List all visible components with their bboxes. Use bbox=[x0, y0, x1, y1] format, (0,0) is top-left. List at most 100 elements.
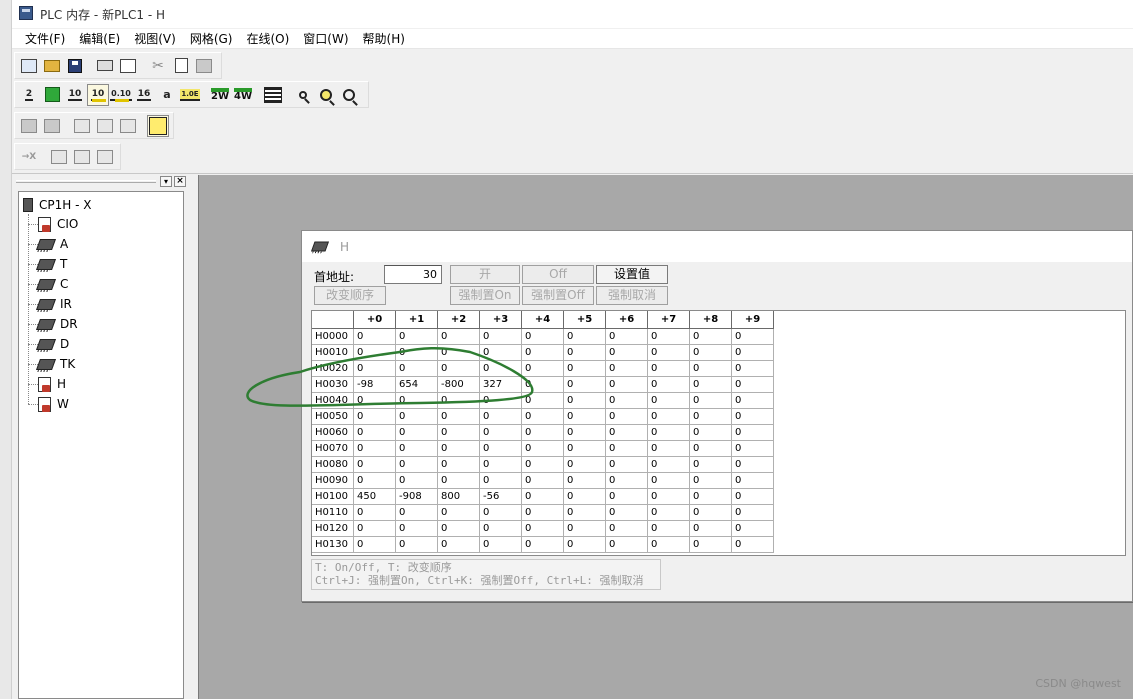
memory-cell[interactable]: 0 bbox=[437, 424, 480, 441]
memory-cell[interactable]: 0 bbox=[689, 392, 732, 409]
memory-cell[interactable]: 0 bbox=[689, 424, 732, 441]
force-cancel-button[interactable]: 强制取消 bbox=[596, 286, 668, 305]
tree-item-h[interactable]: H bbox=[28, 374, 66, 394]
panel-grip[interactable] bbox=[16, 180, 156, 183]
on-button[interactable]: 开 bbox=[450, 265, 520, 284]
find-button[interactable] bbox=[48, 146, 70, 168]
memory-cell[interactable]: 0 bbox=[605, 360, 648, 377]
memory-cell[interactable]: 0 bbox=[647, 520, 690, 537]
memory-cell[interactable]: 0 bbox=[647, 360, 690, 377]
tree-root-node[interactable]: CP1H - X bbox=[23, 196, 91, 214]
memory-cell[interactable]: 0 bbox=[437, 408, 480, 425]
memory-list-button[interactable] bbox=[262, 84, 284, 106]
set-value-button[interactable]: 设置值 bbox=[596, 265, 668, 284]
memory-cell[interactable]: 0 bbox=[689, 440, 732, 457]
memory-cell[interactable]: 0 bbox=[689, 360, 732, 377]
memory-cell[interactable]: 0 bbox=[353, 472, 396, 489]
memory-cell[interactable]: 0 bbox=[563, 376, 606, 393]
memory-cell[interactable]: 0 bbox=[395, 408, 438, 425]
compare-button[interactable] bbox=[71, 115, 93, 137]
decimal-format-button[interactable]: 10 bbox=[64, 84, 86, 106]
signed-decimal-format-button[interactable]: 10 bbox=[87, 83, 109, 106]
tree-item-ir[interactable]: IR bbox=[28, 294, 72, 314]
memory-cell[interactable]: 0 bbox=[521, 472, 564, 489]
memory-cell[interactable]: 0 bbox=[395, 424, 438, 441]
memory-cell[interactable]: 0 bbox=[353, 424, 396, 441]
menu-edit[interactable]: 编辑(E) bbox=[72, 29, 127, 49]
transfer-to-plc-button[interactable] bbox=[18, 115, 40, 137]
memory-cell[interactable]: 800 bbox=[437, 488, 480, 505]
start-address-input[interactable] bbox=[384, 265, 442, 284]
memory-cell[interactable]: 0 bbox=[731, 392, 774, 409]
memory-cell[interactable]: 0 bbox=[605, 408, 648, 425]
memory-cell[interactable]: 0 bbox=[353, 328, 396, 345]
memory-cell[interactable]: 0 bbox=[647, 472, 690, 489]
memory-cell[interactable]: 0 bbox=[689, 376, 732, 393]
memory-cell[interactable]: 0 bbox=[395, 344, 438, 361]
memory-cell[interactable]: 0 bbox=[731, 408, 774, 425]
memory-cell[interactable]: 0 bbox=[479, 408, 522, 425]
memory-cell[interactable]: 0 bbox=[647, 424, 690, 441]
paste-button[interactable] bbox=[193, 55, 215, 77]
memory-cell[interactable]: 0 bbox=[437, 328, 480, 345]
memory-cell[interactable]: 0 bbox=[521, 392, 564, 409]
memory-cell[interactable]: 0 bbox=[647, 504, 690, 521]
open-button[interactable] bbox=[41, 55, 63, 77]
tree-item-t[interactable]: T bbox=[28, 254, 67, 274]
memory-cell[interactable]: 0 bbox=[605, 344, 648, 361]
memory-cell[interactable]: 0 bbox=[395, 456, 438, 473]
memory-cell[interactable]: 0 bbox=[521, 376, 564, 393]
memory-cell[interactable]: 0 bbox=[647, 456, 690, 473]
memory-cell[interactable]: 0 bbox=[437, 536, 480, 553]
memory-cell[interactable]: 0 bbox=[395, 504, 438, 521]
menu-grid[interactable]: 网格(G) bbox=[183, 29, 240, 49]
menu-window[interactable]: 窗口(W) bbox=[296, 29, 355, 49]
change-order-button[interactable]: 改变顺序 bbox=[314, 286, 386, 305]
float-format-button[interactable]: 1.0E bbox=[179, 84, 201, 106]
memory-cell[interactable]: 0 bbox=[353, 360, 396, 377]
memory-cell[interactable]: 0 bbox=[731, 488, 774, 505]
memory-cell[interactable]: 0 bbox=[605, 328, 648, 345]
memory-cell[interactable]: 450 bbox=[353, 488, 396, 505]
memory-cell[interactable]: 0 bbox=[479, 392, 522, 409]
memory-cell[interactable]: 0 bbox=[689, 488, 732, 505]
copy-button[interactable] bbox=[170, 55, 192, 77]
bcd-format-button[interactable]: 0.10 bbox=[110, 84, 132, 106]
memory-cell[interactable]: -98 bbox=[353, 376, 396, 393]
memory-cell[interactable]: 0 bbox=[731, 504, 774, 521]
memory-cell[interactable]: 0 bbox=[479, 472, 522, 489]
memory-cell[interactable]: 0 bbox=[731, 344, 774, 361]
memory-cell[interactable]: 0 bbox=[479, 440, 522, 457]
double-word-button[interactable]: 2W bbox=[209, 84, 231, 106]
transfer-from-plc-button[interactable] bbox=[41, 115, 63, 137]
memory-cell[interactable]: 0 bbox=[689, 328, 732, 345]
memory-cell[interactable]: 0 bbox=[395, 536, 438, 553]
tree-item-d[interactable]: D bbox=[28, 334, 69, 354]
memory-cell[interactable]: 0 bbox=[521, 504, 564, 521]
memory-cell[interactable]: 0 bbox=[731, 520, 774, 537]
new-project-button[interactable] bbox=[18, 55, 40, 77]
memory-cell[interactable]: 0 bbox=[353, 536, 396, 553]
memory-cell[interactable]: 0 bbox=[563, 360, 606, 377]
tree-item-w[interactable]: W bbox=[28, 394, 69, 414]
memory-cell[interactable]: 0 bbox=[479, 360, 522, 377]
memory-cell[interactable]: 0 bbox=[605, 536, 648, 553]
memory-cell[interactable]: 0 bbox=[521, 536, 564, 553]
tree-item-cio[interactable]: CIO bbox=[28, 214, 78, 234]
memory-cell[interactable]: 0 bbox=[605, 424, 648, 441]
monitor-button[interactable] bbox=[94, 115, 116, 137]
memory-cell[interactable]: 0 bbox=[731, 456, 774, 473]
memory-cell[interactable]: 0 bbox=[395, 472, 438, 489]
panel-dropdown-button[interactable]: ▾ bbox=[160, 176, 172, 187]
memory-cell[interactable]: 0 bbox=[353, 504, 396, 521]
memory-cell[interactable]: 0 bbox=[395, 520, 438, 537]
memory-cell[interactable]: 0 bbox=[689, 472, 732, 489]
memory-cell[interactable]: 0 bbox=[731, 536, 774, 553]
memory-cell[interactable]: 0 bbox=[605, 392, 648, 409]
tree-item-dr[interactable]: DR bbox=[28, 314, 78, 334]
hex-format-button[interactable]: 16 bbox=[133, 84, 155, 106]
memory-cell[interactable]: -908 bbox=[395, 488, 438, 505]
bit-display-button[interactable] bbox=[41, 84, 63, 106]
memory-cell[interactable]: 0 bbox=[563, 328, 606, 345]
memory-cell[interactable]: 0 bbox=[437, 456, 480, 473]
